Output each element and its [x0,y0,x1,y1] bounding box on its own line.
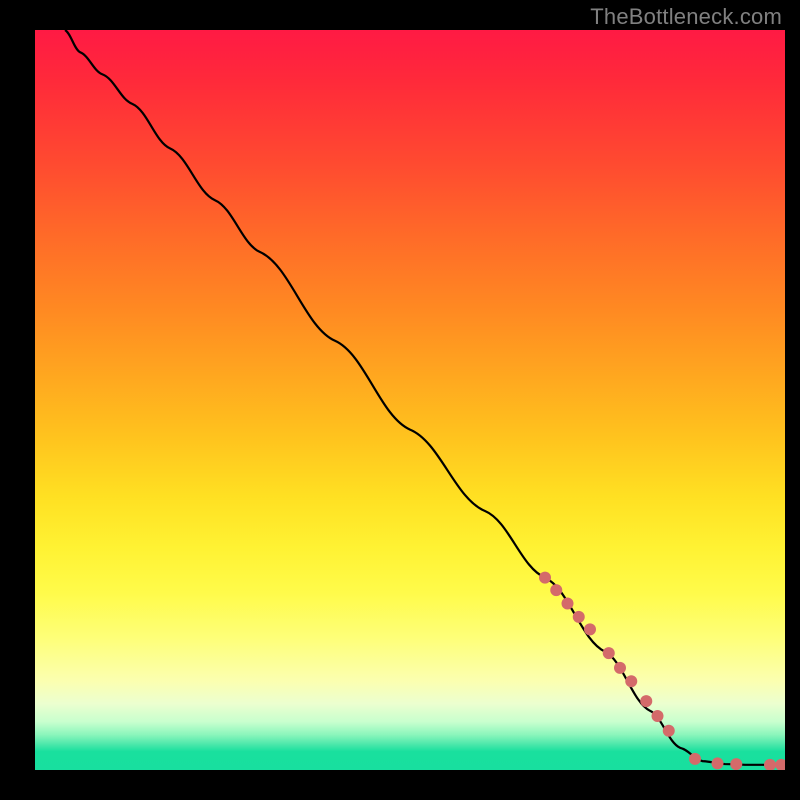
chart-plot-area [35,30,785,770]
chart-dot [730,758,742,770]
chart-dot [689,753,701,765]
chart-dot [652,710,664,722]
attribution-text: TheBottleneck.com [590,4,782,30]
chart-dot [712,757,724,769]
chart-dot [625,675,637,687]
chart-dot [775,759,785,770]
chart-dot [562,598,574,610]
chart-dot [640,695,652,707]
chart-dot [584,623,596,635]
chart-dot [663,725,675,737]
chart-svg [35,30,785,770]
chart-curve [65,30,785,765]
chart-dot [539,572,551,584]
chart-dot [573,611,585,623]
chart-dot [614,662,626,674]
chart-dot [764,759,776,770]
chart-dot [603,647,615,659]
chart-dot [550,584,562,596]
chart-dots [539,572,785,770]
